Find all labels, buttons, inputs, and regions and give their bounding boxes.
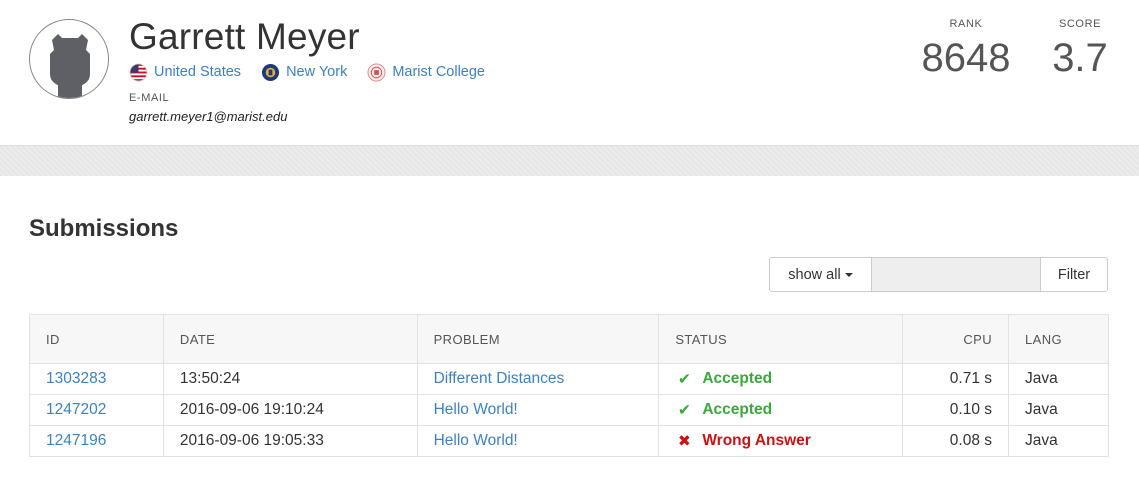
region-link[interactable]: New York <box>261 63 347 82</box>
show-filter-dropdown[interactable]: show all <box>769 257 872 292</box>
filter-button[interactable]: Filter <box>1040 257 1108 292</box>
submission-date: 13:50:24 <box>162 363 418 395</box>
region-label: New York <box>286 64 348 80</box>
state-seal-icon <box>262 63 280 81</box>
submission-lang: Java <box>1008 363 1109 395</box>
cross-icon: ✖ <box>677 432 691 450</box>
submission-id-link[interactable]: 1303283 <box>46 370 106 387</box>
problem-link[interactable]: Hello World! <box>434 432 518 449</box>
rank-label: RANK <box>949 18 983 30</box>
submission-date: 2016-09-06 19:10:24 <box>162 394 418 426</box>
email-label: E-MAIL <box>129 92 170 104</box>
rank-stat: RANK 8648 <box>916 18 1016 81</box>
submissions-table: ID DATE PROBLEM STATUS CPU LANG 1303283 … <box>29 314 1109 457</box>
table-row: 1247202 2016-09-06 19:10:24 Hello World!… <box>29 394 1109 426</box>
us-flag-icon <box>129 63 148 81</box>
column-header-date[interactable]: DATE <box>162 314 418 364</box>
submission-date: 2016-09-06 19:05:33 <box>162 425 418 457</box>
profile-card: Garrett Meyer United States New York Mar… <box>0 0 1139 146</box>
show-filter-label: show all <box>788 266 841 283</box>
score-stat: SCORE 3.7 <box>1040 18 1120 81</box>
filter-bar: show all Filter <box>769 257 1108 292</box>
user-silhouette-icon <box>50 34 90 98</box>
user-name: Garrett Meyer <box>129 16 360 57</box>
column-header-problem[interactable]: PROBLEM <box>416 314 660 364</box>
caret-down-icon <box>844 272 853 277</box>
submission-lang: Java <box>1008 394 1109 426</box>
rank-value: 8648 <box>921 36 1011 80</box>
status-badge: ✔ Accepted <box>675 370 886 389</box>
check-icon: ✔ <box>677 401 691 419</box>
table-header-row: ID DATE PROBLEM STATUS CPU LANG <box>29 314 1109 364</box>
score-label: SCORE <box>1058 18 1102 30</box>
submissions-card: Submissions show all Filter ID DATE PROB… <box>0 176 1139 477</box>
email-value: garrett.meyer1@marist.edu <box>129 109 288 124</box>
divider-band <box>0 146 1139 176</box>
status-badge: ✔ Accepted <box>675 401 886 420</box>
submission-id-link[interactable]: 1247196 <box>46 432 106 449</box>
check-icon: ✔ <box>677 370 691 388</box>
status-label: Wrong Answer <box>702 432 811 449</box>
school-link[interactable]: Marist College <box>367 62 485 82</box>
avatar <box>29 19 109 99</box>
submissions-title: Submissions <box>29 215 179 242</box>
score-value: 3.7 <box>1052 36 1108 80</box>
column-header-cpu[interactable]: CPU <box>902 314 1010 364</box>
submission-cpu: 0.08 s <box>902 425 1010 457</box>
submission-cpu: 0.10 s <box>902 394 1010 426</box>
column-header-lang[interactable]: LANG <box>1008 314 1109 364</box>
filter-input[interactable] <box>872 257 1040 292</box>
submission-lang: Java <box>1008 425 1109 457</box>
submission-id-link[interactable]: 1247202 <box>46 401 106 418</box>
status-badge: ✖ Wrong Answer <box>675 432 886 451</box>
problem-link[interactable]: Hello World! <box>434 401 518 418</box>
status-label: Accepted <box>702 370 773 387</box>
status-label: Accepted <box>702 401 773 418</box>
profile-meta: United States New York Marist College <box>129 60 505 84</box>
school-label: Marist College <box>392 64 485 80</box>
school-seal-icon <box>367 62 386 82</box>
submission-cpu: 0.71 s <box>902 363 1010 395</box>
problem-link[interactable]: Different Distances <box>434 370 565 387</box>
column-header-status[interactable]: STATUS <box>658 314 904 364</box>
country-label: United States <box>154 64 242 80</box>
table-row: 1303283 13:50:24 Different Distances ✔ A… <box>29 363 1109 395</box>
column-header-id[interactable]: ID <box>29 314 164 364</box>
table-row: 1247196 2016-09-06 19:05:33 Hello World!… <box>29 425 1109 457</box>
country-link[interactable]: United States <box>129 63 241 82</box>
